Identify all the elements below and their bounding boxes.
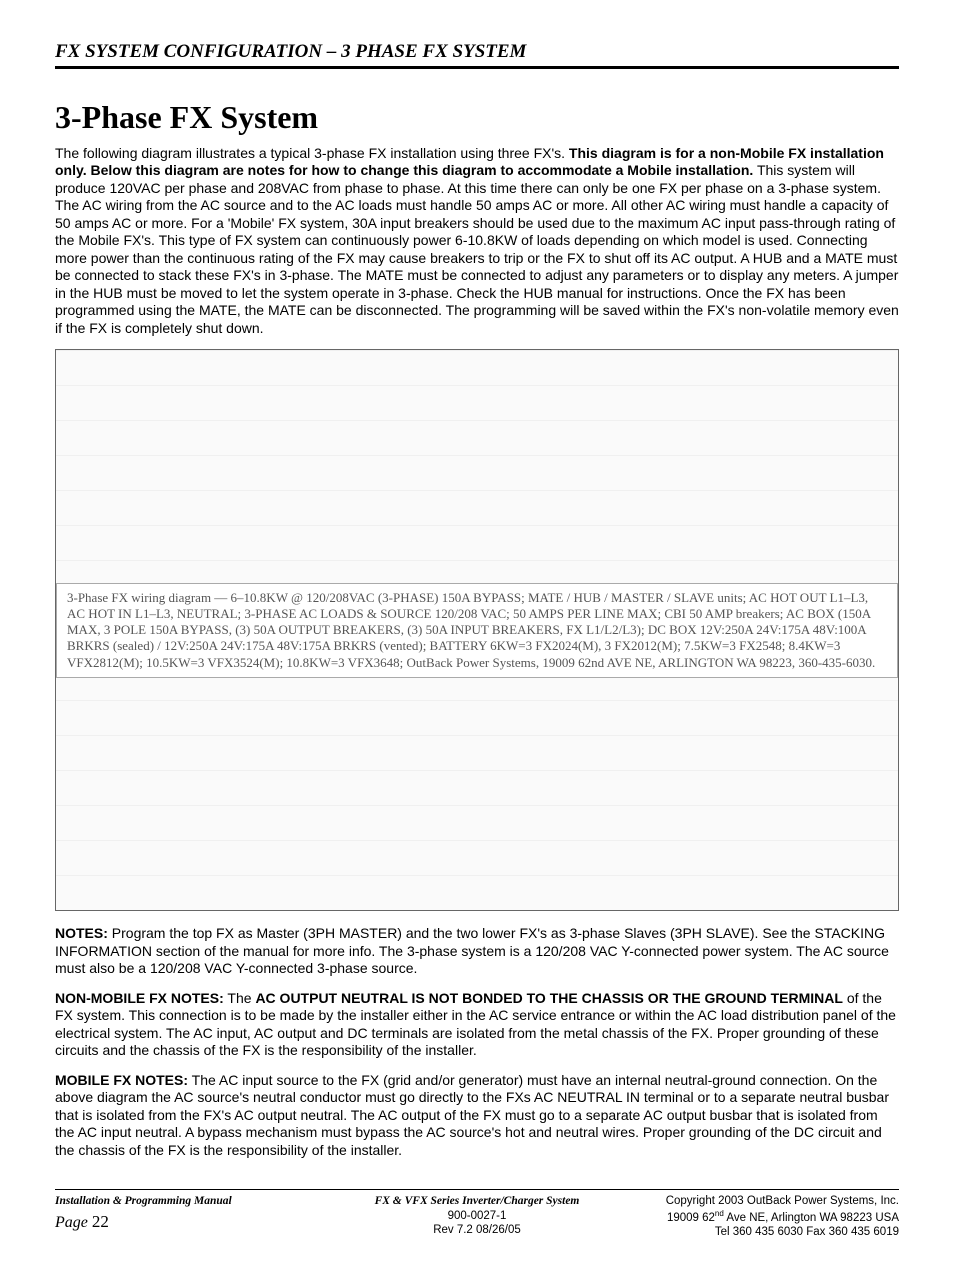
footer-phone: Tel 360 435 6030 Fax 360 435 6019 xyxy=(618,1225,899,1239)
nonmobile-bold: AC OUTPUT NEUTRAL IS NOT BONDED TO THE C… xyxy=(255,990,843,1006)
footer-address: 19009 62nd Ave NE, Arlington WA 98223 US… xyxy=(618,1209,899,1225)
footer-product: FX & VFX Series Inverter/Charger System xyxy=(336,1194,617,1208)
mobile-label: MOBILE FX NOTES: xyxy=(55,1072,188,1088)
intro-paragraph: The following diagram illustrates a typi… xyxy=(55,145,899,338)
wiring-diagram: 3-Phase FX wiring diagram — 6–10.8KW @ 1… xyxy=(55,349,899,911)
footer-page-label: Page xyxy=(55,1214,92,1231)
notes-text: Program the top FX as Master (3PH MASTER… xyxy=(55,925,889,976)
nonmobile-paragraph: NON-MOBILE FX NOTES: The AC OUTPUT NEUTR… xyxy=(55,990,899,1060)
notes-label: NOTES: xyxy=(55,925,108,941)
footer-center: FX & VFX Series Inverter/Charger System … xyxy=(336,1194,617,1239)
footer-rev: Rev 7.2 08/26/05 xyxy=(336,1223,617,1237)
footer-copyright: Copyright 2003 OutBack Power Systems, In… xyxy=(618,1194,899,1208)
page-footer: Installation & Programming Manual Page 2… xyxy=(55,1189,899,1239)
footer-docnum: 900-0027-1 xyxy=(336,1209,617,1223)
notes-paragraph: NOTES: Program the top FX as Master (3PH… xyxy=(55,925,899,978)
nonmobile-label: NON-MOBILE FX NOTES: xyxy=(55,990,224,1006)
page-header: FX SYSTEM CONFIGURATION – 3 PHASE FX SYS… xyxy=(55,40,899,69)
footer-right: Copyright 2003 OutBack Power Systems, In… xyxy=(618,1194,899,1239)
wiring-diagram-caption: 3-Phase FX wiring diagram — 6–10.8KW @ 1… xyxy=(56,583,898,678)
intro-lead: The following diagram illustrates a typi… xyxy=(55,145,569,161)
footer-page: Page 22 xyxy=(55,1211,336,1233)
intro-tail: This system will produce 120VAC per phas… xyxy=(55,162,899,336)
main-heading: 3-Phase FX System xyxy=(55,97,899,137)
footer-left: Installation & Programming Manual Page 2… xyxy=(55,1194,336,1239)
nonmobile-lead: The xyxy=(224,990,256,1006)
mobile-paragraph: MOBILE FX NOTES: The AC input source to … xyxy=(55,1072,899,1160)
page-header-text: FX SYSTEM CONFIGURATION – 3 PHASE FX SYS… xyxy=(55,41,526,62)
footer-manual-title: Installation & Programming Manual xyxy=(55,1194,336,1208)
footer-page-number: 22 xyxy=(92,1212,109,1231)
